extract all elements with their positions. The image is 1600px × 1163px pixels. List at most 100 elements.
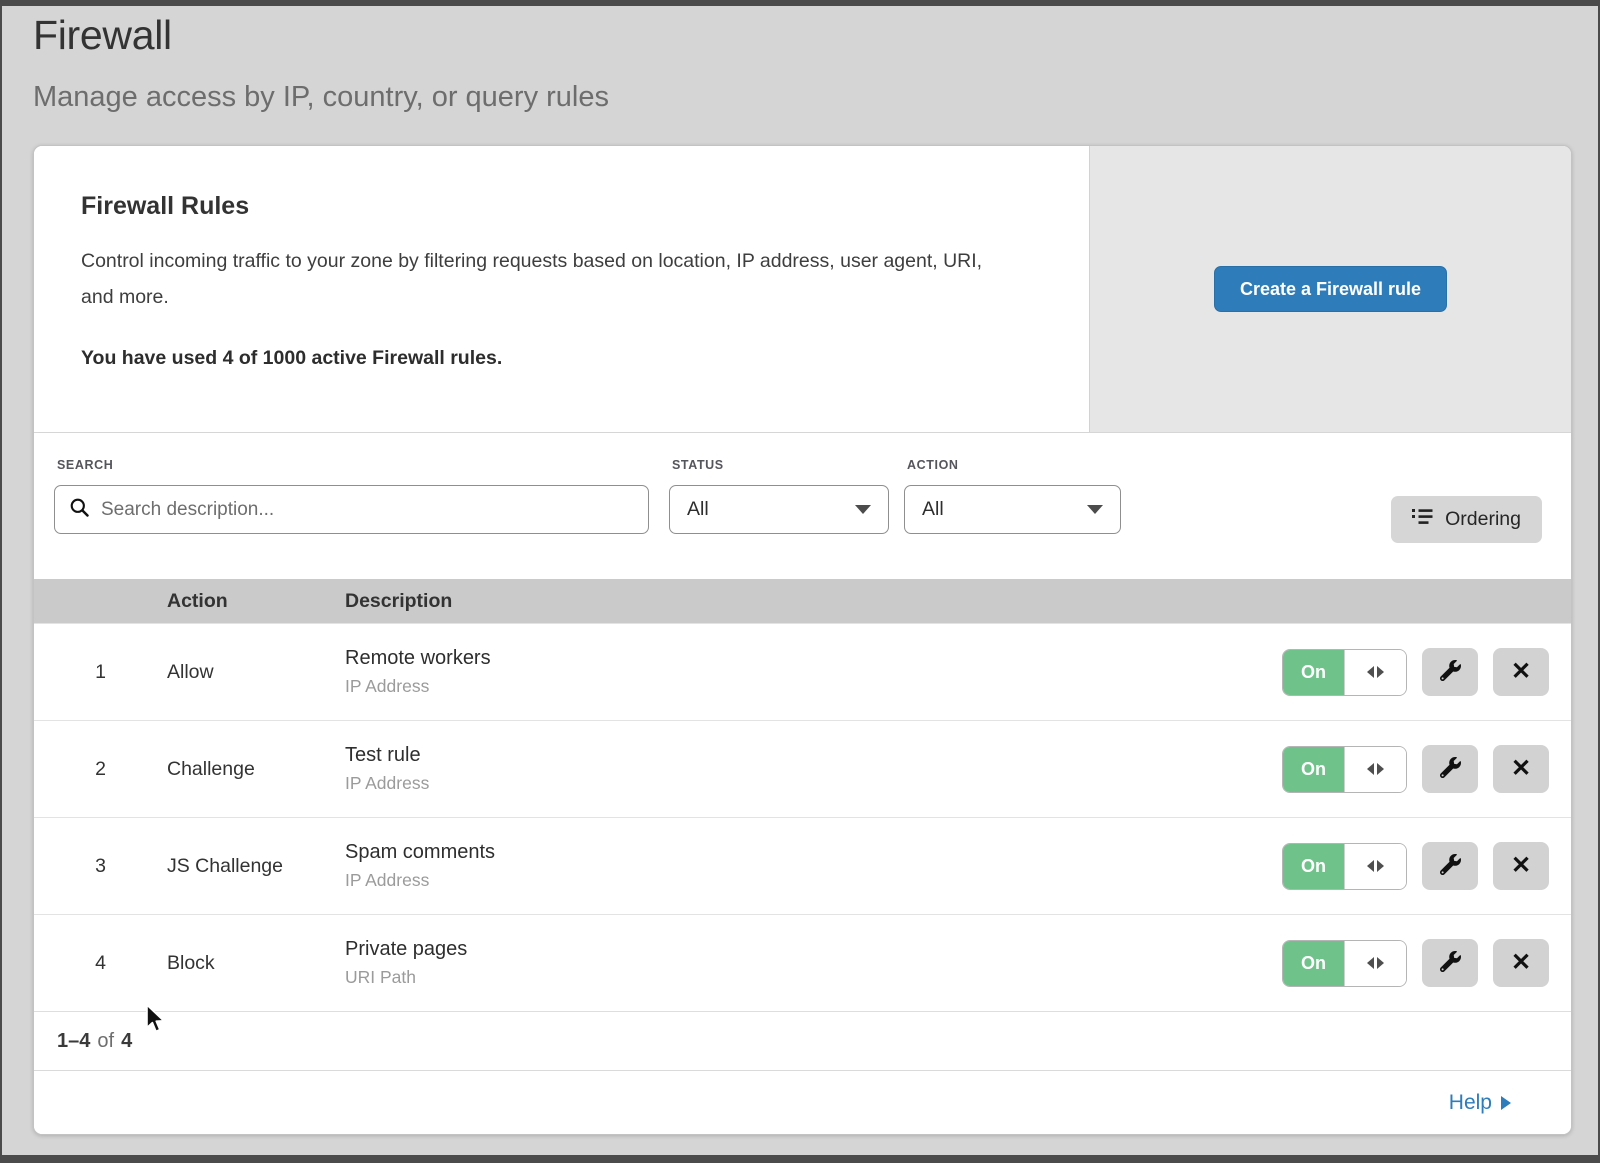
rule-match-type: IP Address: [345, 870, 1282, 891]
search-icon: [70, 498, 89, 522]
arrow-right-icon: [1377, 666, 1384, 678]
list-ordering-icon: [1412, 508, 1433, 531]
action-selected-value: All: [922, 498, 944, 521]
pagination-of: of: [97, 1030, 114, 1053]
rule-priority: 3: [34, 855, 167, 878]
toggle-drag-handle[interactable]: [1344, 650, 1406, 695]
row-controls: On ✕: [1282, 648, 1571, 696]
rule-action: JS Challenge: [167, 855, 345, 878]
arrow-left-icon: [1367, 957, 1374, 969]
edit-rule-button[interactable]: [1422, 939, 1478, 987]
rule-enabled-toggle[interactable]: On: [1282, 940, 1407, 987]
action-column-header: Action: [167, 590, 345, 613]
rule-match-type: IP Address: [345, 773, 1282, 794]
wrench-icon: [1440, 951, 1461, 975]
rule-enabled-toggle[interactable]: On: [1282, 746, 1407, 793]
toggle-on-segment[interactable]: On: [1283, 941, 1344, 986]
arrow-right-icon: [1377, 957, 1384, 969]
ordering-button[interactable]: Ordering: [1391, 496, 1542, 543]
close-icon: ✕: [1511, 660, 1531, 684]
edit-rule-button[interactable]: [1422, 842, 1478, 890]
chevron-down-icon: [855, 505, 871, 514]
rule-description: Private pages: [345, 938, 1282, 961]
toggle-on-segment[interactable]: On: [1283, 747, 1344, 792]
table-header: Action Description: [34, 579, 1571, 623]
rule-enabled-toggle[interactable]: On: [1282, 843, 1407, 890]
close-icon: ✕: [1511, 854, 1531, 878]
delete-rule-button[interactable]: ✕: [1493, 648, 1549, 696]
firewall-rules-card: Firewall Rules Control incoming traffic …: [33, 145, 1572, 1135]
create-firewall-rule-button[interactable]: Create a Firewall rule: [1214, 266, 1447, 312]
arrow-right-icon: [1377, 763, 1384, 775]
toggle-drag-handle[interactable]: [1344, 941, 1406, 986]
arrow-left-icon: [1367, 666, 1374, 678]
intro-panel: Firewall Rules Control incoming traffic …: [34, 146, 1090, 432]
rule-description-cell: Private pages URI Path: [345, 938, 1282, 988]
row-controls: On ✕: [1282, 842, 1571, 890]
delete-rule-button[interactable]: ✕: [1493, 939, 1549, 987]
table-row: 4 Block Private pages URI Path On ✕: [34, 914, 1571, 1011]
wrench-icon: [1440, 854, 1461, 878]
rule-description: Remote workers: [345, 647, 1282, 670]
arrow-right-icon: [1377, 860, 1384, 872]
card-description: Control incoming traffic to your zone by…: [81, 243, 999, 315]
page-title: Firewall: [33, 12, 609, 59]
action-field: ACTION All: [889, 458, 1121, 579]
rule-action: Challenge: [167, 758, 345, 781]
wrench-icon: [1440, 660, 1461, 684]
rule-enabled-toggle[interactable]: On: [1282, 649, 1407, 696]
search-field: SEARCH: [54, 458, 649, 579]
rule-priority: 2: [34, 758, 167, 781]
close-icon: ✕: [1511, 951, 1531, 975]
usage-note: You have used 4 of 1000 active Firewall …: [81, 347, 999, 370]
card-top-section: Firewall Rules Control incoming traffic …: [34, 146, 1571, 433]
status-field: STATUS All: [649, 458, 889, 579]
wrench-icon: [1440, 757, 1461, 781]
rule-priority: 1: [34, 661, 167, 684]
table-row: 3 JS Challenge Spam comments IP Address …: [34, 817, 1571, 914]
help-link-label: Help: [1449, 1091, 1492, 1115]
toggle-drag-handle[interactable]: [1344, 747, 1406, 792]
delete-rule-button[interactable]: ✕: [1493, 745, 1549, 793]
help-link[interactable]: Help: [1449, 1091, 1511, 1115]
action-select[interactable]: All: [904, 485, 1121, 534]
rule-action: Block: [167, 952, 345, 975]
card-heading: Firewall Rules: [81, 192, 999, 221]
page-header: Firewall Manage access by IP, country, o…: [33, 12, 609, 114]
row-controls: On ✕: [1282, 745, 1571, 793]
table-row: 2 Challenge Test rule IP Address On ✕: [34, 720, 1571, 817]
rule-description: Spam comments: [345, 841, 1282, 864]
arrow-left-icon: [1367, 860, 1374, 872]
status-selected-value: All: [687, 498, 709, 521]
search-input[interactable]: [99, 498, 633, 522]
search-box: [54, 485, 649, 534]
status-label: STATUS: [672, 458, 889, 472]
rule-description-cell: Spam comments IP Address: [345, 841, 1282, 891]
rule-description-cell: Test rule IP Address: [345, 744, 1282, 794]
toggle-on-segment[interactable]: On: [1283, 844, 1344, 889]
rule-match-type: URI Path: [345, 967, 1282, 988]
toggle-drag-handle[interactable]: [1344, 844, 1406, 889]
pagination-total: 4: [121, 1030, 132, 1053]
firewall-page: Firewall Manage access by IP, country, o…: [2, 6, 1598, 1155]
edit-rule-button[interactable]: [1422, 745, 1478, 793]
action-label: ACTION: [907, 458, 1121, 472]
create-rule-panel: Create a Firewall rule: [1090, 146, 1571, 432]
ordering-button-label: Ordering: [1445, 508, 1521, 531]
rule-match-type: IP Address: [345, 676, 1282, 697]
status-select[interactable]: All: [669, 485, 889, 534]
rule-description: Test rule: [345, 744, 1282, 767]
help-bar: Help: [34, 1070, 1571, 1134]
description-column-header: Description: [345, 590, 1571, 613]
edit-rule-button[interactable]: [1422, 648, 1478, 696]
table-row: 1 Allow Remote workers IP Address On ✕: [34, 623, 1571, 720]
delete-rule-button[interactable]: ✕: [1493, 842, 1549, 890]
chevron-down-icon: [1087, 505, 1103, 514]
pagination-bar: 1–4 of 4: [34, 1011, 1571, 1070]
filter-bar: SEARCH STATUS All ACTION All: [34, 433, 1571, 579]
rule-priority: 4: [34, 952, 167, 975]
rule-action: Allow: [167, 661, 345, 684]
search-label: SEARCH: [57, 458, 649, 472]
toggle-on-segment[interactable]: On: [1283, 650, 1344, 695]
rule-description-cell: Remote workers IP Address: [345, 647, 1282, 697]
